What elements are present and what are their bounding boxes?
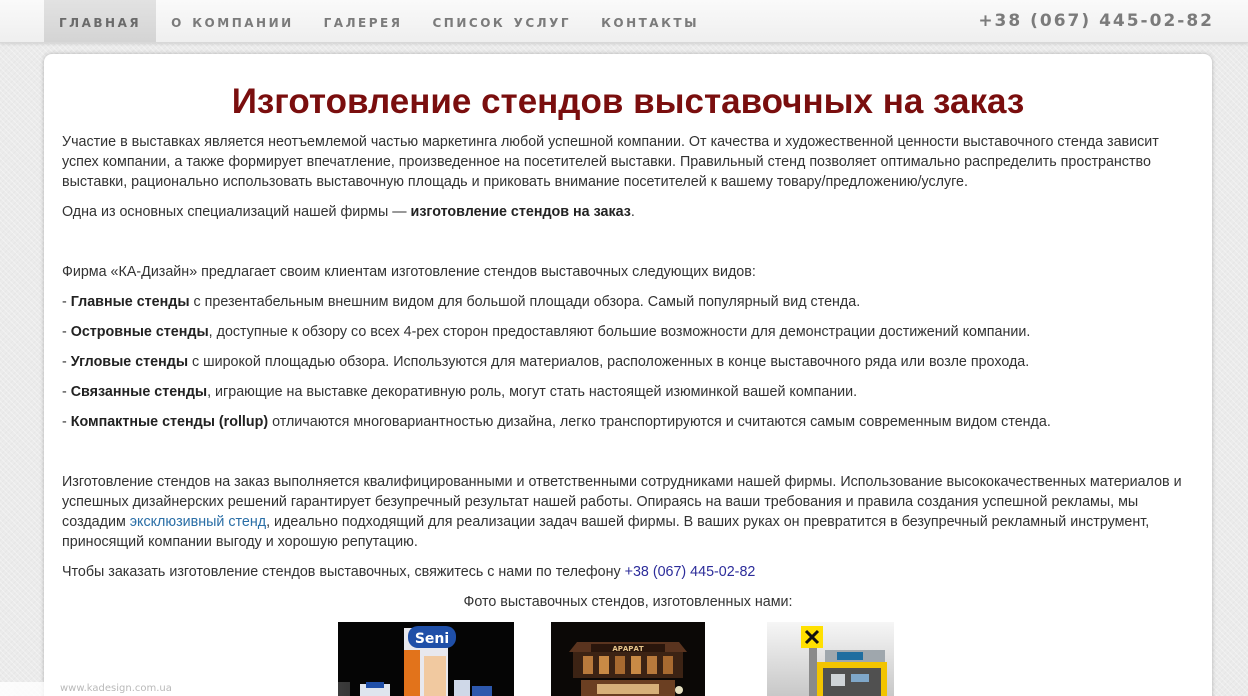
list-dash: - (62, 354, 71, 370)
nav-item-contacts[interactable]: КОНТАКТЫ (586, 0, 714, 42)
main-menu: ГЛАВНАЯ О КОМПАНИИ ГАЛЕРЕЯ СПИСОК УСЛУГ … (44, 0, 714, 42)
nav-item-gallery[interactable]: ГАЛЕРЕЯ (309, 0, 418, 42)
order-text: Чтобы заказать изготовление стендов выст… (62, 564, 625, 580)
intro-paragraph: Участие в выставках является неотъемлемо… (62, 134, 1159, 190)
stand-photo-seni-image: Seni (338, 622, 514, 696)
header-phone: +38 (067) 445-02-82 (978, 11, 1214, 31)
stand-type-description: с широкой площадью обзора. Используются … (188, 354, 1030, 370)
list-item: - Островные стенды, доступные к обзору с… (62, 322, 1194, 342)
order-paragraph: Чтобы заказать изготовление стендов выст… (62, 562, 1194, 582)
stand-photo-seni[interactable]: Seni (338, 622, 514, 696)
specialization-paragraph: Одна из основных специализаций нашей фир… (62, 202, 1194, 222)
nav-item-services[interactable]: СПИСОК УСЛУГ (418, 0, 587, 42)
page-title: Изготовление стендов выставочных на зака… (231, 82, 1025, 121)
list-item: - Компактные стенды (rollup) отличаются … (62, 412, 1194, 432)
stand-photo-raiffeisen[interactable] (767, 622, 894, 696)
top-navigation-bar: ГЛАВНАЯ О КОМПАНИИ ГАЛЕРЕЯ СПИСОК УСЛУГ … (0, 0, 1248, 43)
specialization-end: . (630, 204, 635, 220)
stand-photo-ararat-image: АРАРАТ (551, 622, 705, 696)
list-dash: - (62, 384, 71, 400)
nav-item-about[interactable]: О КОМПАНИИ (156, 0, 309, 42)
list-dash: - (62, 414, 71, 430)
stand-type-name: Угловые стенды (70, 354, 189, 370)
specialization-bold: изготовление стендов на заказ (410, 204, 631, 220)
content-panel: Изготовление стендов выставочных на зака… (44, 54, 1212, 696)
specialization-text: Одна из основных специализаций нашей фир… (62, 204, 411, 220)
exclusive-stand-link[interactable]: эксклюзивный стенд (130, 514, 266, 530)
list-item: - Связанные стенды, играющие на выставке… (62, 382, 1194, 402)
stand-type-description: отличаются многовариантностью дизайна, л… (268, 414, 1051, 430)
nav-item-home[interactable]: ГЛАВНАЯ (44, 0, 157, 42)
list-dash: - (62, 294, 71, 310)
stand-photo-ararat[interactable]: АРАРАТ (551, 622, 705, 696)
photos-caption: Фото выставочных стендов, изготовленных … (463, 594, 793, 610)
ararat-sign-text: АРАРАТ (612, 645, 644, 653)
stand-type-name: Компактные стенды (rollup) (70, 414, 269, 430)
site-watermark: www.kadesign.com.ua (0, 682, 350, 696)
quality-paragraph: Изготовление стендов на заказ выполняетс… (62, 472, 1194, 552)
stand-type-description: с презентабельным внешним видом для боль… (189, 294, 861, 310)
stand-photo-raiffeisen-image (767, 622, 894, 696)
stand-type-description: , играющие на выставке декоративную роль… (207, 384, 858, 400)
stand-type-name: Связанные стенды (70, 384, 208, 400)
list-item: - Главные стенды с презентабельным внешн… (62, 292, 1194, 312)
list-item: - Угловые стенды с широкой площадью обзо… (62, 352, 1194, 372)
stand-type-name: Островные стенды (70, 324, 209, 340)
stand-type-name: Главные стенды (70, 294, 190, 310)
seni-logo-text: Seni (415, 631, 449, 647)
order-phone-link[interactable]: +38 (067) 445-02-82 (625, 564, 756, 580)
types-intro: Фирма «КА-Дизайн» предлагает своим клиен… (62, 264, 756, 280)
list-dash: - (62, 324, 71, 340)
stand-type-description: , доступные к обзору со всех 4-рех сторо… (208, 324, 1031, 340)
